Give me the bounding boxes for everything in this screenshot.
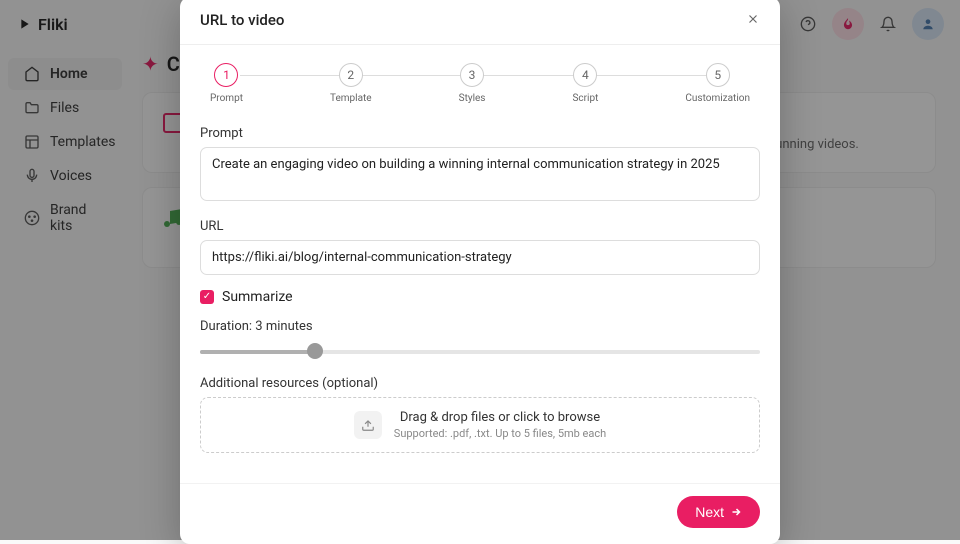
step-label: Customization [685, 93, 750, 104]
dropzone[interactable]: Drag & drop files or click to browse Sup… [200, 397, 760, 453]
slider-fill [200, 350, 315, 354]
next-button[interactable]: Next [677, 496, 760, 528]
step-circle: 4 [573, 63, 597, 87]
modal-title: URL to video [200, 11, 284, 29]
summarize-checkbox-row[interactable]: ✓ Summarize [200, 289, 760, 305]
step-5[interactable]: 5 Customization [685, 63, 750, 104]
step-circle: 5 [706, 63, 730, 87]
modal: URL to video 1 Prompt 2 Template 3 Style… [180, 0, 780, 544]
resources-label: Additional resources (optional) [200, 376, 760, 391]
stepper: 1 Prompt 2 Template 3 Styles 4 Script 5 … [180, 45, 780, 118]
upload-icon-box [354, 411, 382, 439]
url-label: URL [200, 219, 760, 234]
slider-thumb [307, 343, 323, 359]
step-label: Styles [459, 93, 486, 104]
prompt-input[interactable] [200, 147, 760, 201]
close-button[interactable] [746, 11, 760, 30]
step-label: Script [572, 93, 598, 104]
step-label: Prompt [210, 93, 243, 104]
step-circle: 2 [339, 63, 363, 87]
duration-label: Duration: 3 minutes [200, 319, 760, 334]
url-input[interactable] [200, 240, 760, 275]
checkbox-icon: ✓ [200, 290, 214, 304]
step-4[interactable]: 4 Script [572, 63, 598, 104]
prompt-label: Prompt [200, 126, 760, 141]
dropzone-line2: Supported: .pdf, .txt. Up to 5 files, 5m… [394, 427, 606, 440]
next-label: Next [695, 504, 724, 520]
dropzone-line1: Drag & drop files or click to browse [394, 410, 606, 425]
step-1[interactable]: 1 Prompt [210, 63, 243, 104]
step-circle: 1 [214, 63, 238, 87]
arrow-right-icon [730, 506, 742, 518]
step-label: Template [330, 93, 372, 104]
modal-overlay: URL to video 1 Prompt 2 Template 3 Style… [0, 0, 960, 540]
step-3[interactable]: 3 Styles [459, 63, 486, 104]
step-circle: 3 [460, 63, 484, 87]
upload-icon [361, 418, 375, 432]
step-2[interactable]: 2 Template [330, 63, 372, 104]
summarize-label: Summarize [222, 289, 293, 305]
close-icon [746, 12, 760, 26]
duration-slider[interactable] [200, 344, 760, 360]
